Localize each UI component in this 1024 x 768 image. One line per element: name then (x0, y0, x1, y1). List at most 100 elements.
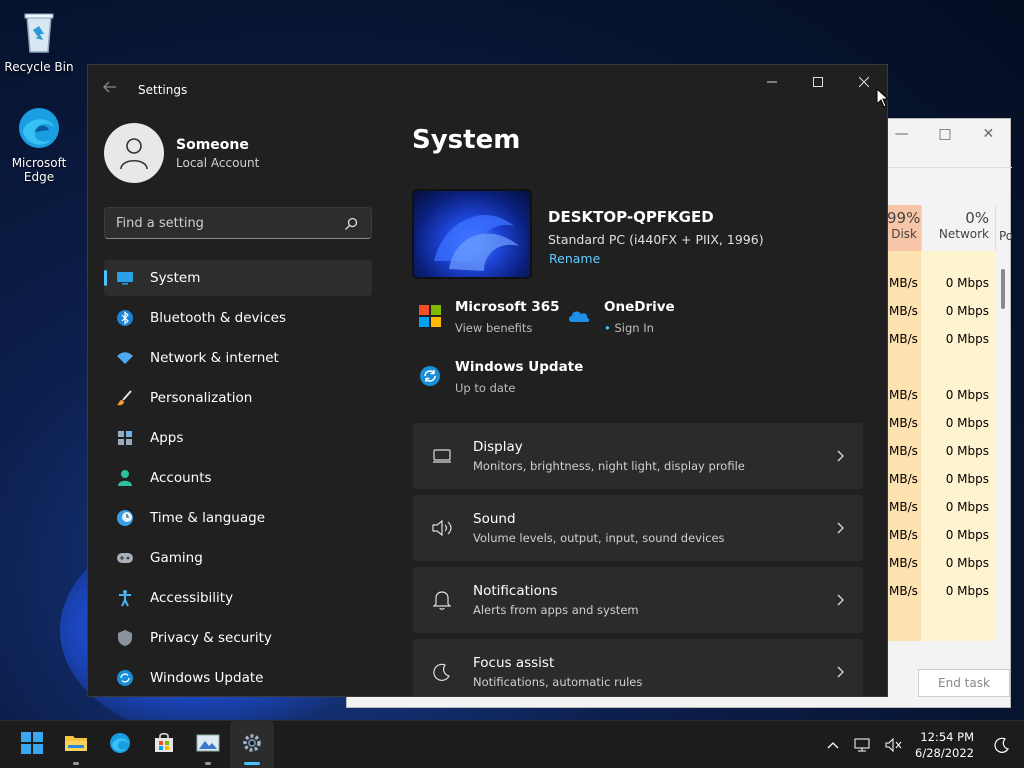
sidebar-item-bluetooth-devices[interactable]: Bluetooth & devices (104, 300, 372, 336)
running-indicator (73, 762, 79, 765)
end-task-button[interactable]: End task (918, 669, 1010, 697)
taskbar-edge-button[interactable] (98, 721, 142, 768)
sidebar-item-label: Apps (150, 430, 184, 446)
table-row[interactable]: MB/s 0 Mbps (889, 297, 1001, 325)
disk-cell: MB/s (889, 556, 918, 570)
search-input[interactable] (104, 207, 372, 239)
card-focus-assist[interactable]: Focus assist Notifications, automatic rul… (413, 639, 863, 696)
table-row[interactable]: MB/s 0 Mbps (889, 521, 1001, 549)
card-title: Focus assist (473, 655, 555, 671)
network-cell: 0 Mbps (945, 444, 989, 458)
table-row[interactable]: MB/s 0 Mbps (889, 465, 1001, 493)
bluetooth-icon (116, 309, 134, 327)
sidebar-nav: System Bluetooth & devices Network & inter… (104, 260, 372, 696)
desktop-icon-edge[interactable]: Microsoft Edge (1, 104, 77, 184)
chevron-right-icon (833, 520, 847, 534)
taskbar-photos-button[interactable] (186, 721, 230, 768)
gamepad-icon (116, 549, 134, 567)
store-icon (153, 732, 175, 758)
photos-icon (196, 733, 220, 757)
close-icon[interactable]: ✕ (967, 119, 1010, 149)
network-cell: 0 Mbps (945, 584, 989, 598)
person-icon (116, 469, 134, 487)
taskbar-store-button[interactable] (142, 721, 186, 768)
back-arrow-icon[interactable] (102, 79, 122, 99)
scrollbar-thumb[interactable] (1001, 269, 1005, 309)
sidebar-item-personalization[interactable]: Personalization (104, 380, 372, 416)
maximize-icon[interactable]: □ (923, 119, 966, 149)
column-header-network[interactable]: 0% Network (921, 205, 993, 251)
search-icon[interactable] (344, 216, 358, 230)
settings-window[interactable]: Settings Someone Local Account Find a se… (87, 64, 888, 697)
windows-update-link[interactable]: Windows Update Up to date (419, 359, 583, 395)
device-name: DESKTOP-QPFKGED (548, 208, 714, 226)
sidebar-item-label: Windows Update (150, 670, 264, 686)
table-row[interactable]: MB/s 0 Mbps (889, 409, 1001, 437)
card-sound[interactable]: Sound Volume levels, output, input, sound… (413, 495, 863, 561)
sidebar-item-label: System (150, 270, 201, 286)
edge-icon (15, 104, 63, 152)
taskbar-settings-button[interactable] (230, 721, 274, 768)
table-row[interactable]: MB/s 0 Mbps (889, 437, 1001, 465)
sidebar-item-apps[interactable]: Apps (104, 420, 372, 456)
sidebar-item-label: Personalization (150, 390, 253, 406)
disk-cell: MB/s (889, 416, 918, 430)
table-row[interactable]: MB/s 0 Mbps (889, 549, 1001, 577)
main-content: System DESKTOP-QPFKGED Standard PC (i440… (412, 65, 874, 696)
settings-cards: Display Monitors, brightness, night light… (413, 423, 863, 696)
sidebar-item-system[interactable]: System (104, 260, 372, 296)
table-row[interactable] (889, 353, 1001, 381)
chevron-up-icon[interactable] (821, 733, 845, 757)
network-icon[interactable] (851, 733, 875, 757)
brush-icon (116, 389, 134, 407)
clock[interactable]: 12:54 PM 6/28/2022 (915, 729, 974, 761)
volume-muted-icon[interactable] (881, 733, 905, 757)
table-row[interactable]: MB/s 0 Mbps (889, 381, 1001, 409)
microsoft-365-link[interactable]: Microsoft 365 View benefits (419, 299, 560, 335)
card-subtitle: Monitors, brightness, night light, displ… (473, 459, 745, 473)
focus-moon-icon[interactable] (990, 733, 1014, 757)
table-row[interactable]: MB/s 0 Mbps (889, 269, 1001, 297)
card-notifications[interactable]: Notifications Alerts from apps and system (413, 567, 863, 633)
file-explorer-icon (64, 733, 88, 757)
network-cell: 0 Mbps (945, 332, 989, 346)
sidebar-item-time-language[interactable]: Time & language (104, 500, 372, 536)
table-row[interactable]: MB/s 0 Mbps (889, 493, 1001, 521)
card-title: Sound (473, 511, 516, 527)
taskbar-file-explorer-button[interactable] (54, 721, 98, 768)
task-manager-caption-buttons: — □ ✕ (880, 119, 1010, 149)
wifi-icon (116, 349, 134, 367)
sidebar-item-windows-update[interactable]: Windows Update (104, 660, 372, 696)
sidebar-item-accessibility[interactable]: Accessibility (104, 580, 372, 616)
sidebar-item-label: Privacy & security (150, 630, 272, 646)
column-header-disk[interactable]: 99% Disk (887, 205, 921, 251)
shield-icon (116, 629, 134, 647)
table-row[interactable]: MB/s 0 Mbps (889, 325, 1001, 353)
sidebar-item-label: Time & language (150, 510, 266, 526)
card-title: Notifications (473, 583, 558, 599)
taskbar: 12:54 PM 6/28/2022 (0, 720, 1024, 768)
rename-link[interactable]: Rename (549, 251, 600, 266)
sidebar-item-label: Accounts (150, 470, 212, 486)
device-spec: Standard PC (i440FX + PIIX, 1996) (548, 232, 764, 247)
accessibility-icon (116, 589, 134, 607)
sidebar-item-accounts[interactable]: Accounts (104, 460, 372, 496)
disk-cell: MB/s (889, 444, 918, 458)
onedrive-link[interactable]: OneDrive • Sign In (568, 299, 675, 335)
sidebar-item-privacy-security[interactable]: Privacy & security (104, 620, 372, 656)
taskbar-apps (10, 721, 274, 768)
network-cell: 0 Mbps (945, 528, 989, 542)
taskbar-start-button[interactable] (10, 721, 54, 768)
card-display[interactable]: Display Monitors, brightness, night light… (413, 423, 863, 489)
moon-icon (431, 661, 453, 683)
table-row[interactable]: MB/s 0 Mbps (889, 577, 1001, 605)
sidebar-item-label: Bluetooth & devices (150, 310, 287, 326)
user-profile[interactable]: Someone Local Account (104, 123, 259, 183)
profile-account-type: Local Account (176, 155, 260, 170)
sidebar-item-gaming[interactable]: Gaming (104, 540, 372, 576)
column-header-power[interactable]: Po (995, 205, 1012, 251)
sidebar-item-network-internet[interactable]: Network & internet (104, 340, 372, 376)
avatar (104, 123, 164, 183)
card-title: Display (473, 439, 523, 455)
desktop-icon-recycle-bin[interactable]: Recycle Bin (1, 8, 77, 74)
